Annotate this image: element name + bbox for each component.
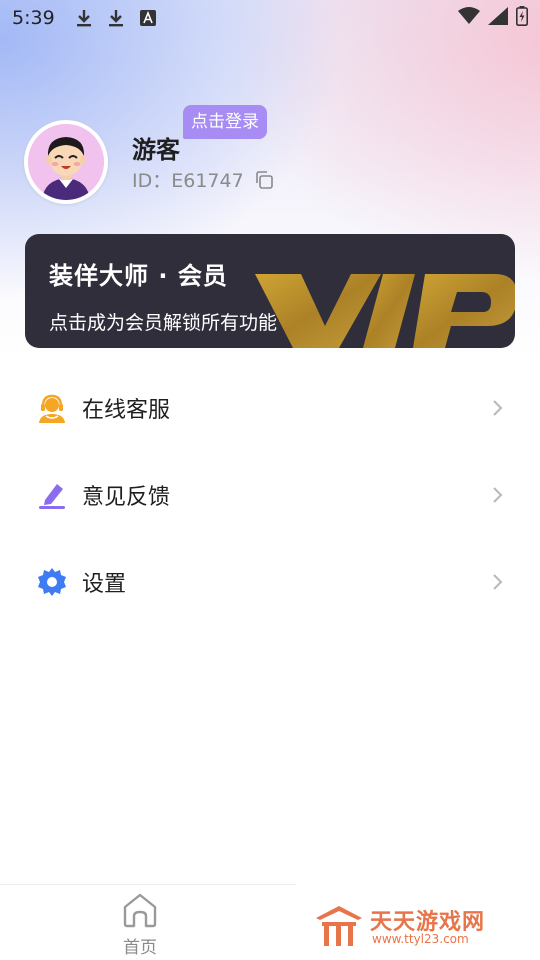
vip-title: 装佯大师 · 会员 [49, 262, 228, 290]
chevron-right-icon [493, 399, 503, 416]
menu-item-customer-service[interactable]: 在线客服 [0, 364, 540, 451]
download-icon [105, 7, 127, 29]
user-id-row: ID：E61747 [132, 166, 274, 193]
chevron-right-icon [493, 573, 503, 590]
cartoon-avatar-icon [28, 124, 104, 200]
watermark-logo-icon [316, 906, 362, 946]
user-id: ID：E61747 [132, 170, 244, 192]
battery-charging-icon [516, 6, 528, 30]
vip-art [255, 274, 515, 348]
login-badge[interactable]: 点击登录 [183, 105, 267, 139]
avatar[interactable] [24, 120, 108, 204]
customer-service-icon [36, 392, 68, 424]
chevron-right-icon [493, 486, 503, 503]
gear-icon [36, 566, 68, 598]
home-icon [123, 893, 157, 928]
menu-list: 在线客服 意见反馈 设置 [0, 364, 540, 625]
status-bar: 5:39 [0, 0, 540, 36]
watermark: 天天游戏网 www.ttyl23.com [314, 902, 514, 950]
status-time: 5:39 [12, 7, 55, 29]
download-icon [73, 7, 95, 29]
user-profile[interactable]: 点击登录 游客 ID：E61747 [24, 105, 516, 210]
username: 游客 [132, 136, 180, 164]
edit-pen-icon [36, 479, 68, 511]
wifi-icon [458, 7, 480, 29]
menu-item-label: 意见反馈 [82, 484, 171, 510]
signal-icon [488, 7, 508, 29]
menu-item-label: 设置 [82, 571, 127, 597]
watermark-url: www.ttyl23.com [372, 932, 469, 946]
menu-item-feedback[interactable]: 意见反馈 [0, 451, 540, 538]
menu-item-settings[interactable]: 设置 [0, 538, 540, 625]
text-a-icon [137, 7, 159, 29]
menu-item-label: 在线客服 [82, 397, 171, 423]
tab-home-label: 首页 [123, 938, 157, 958]
bottom-tab-bar: 首页 [0, 884, 296, 960]
copy-icon[interactable] [254, 170, 274, 190]
vip-membership-card[interactable]: 装佯大师 · 会员 点击成为会员解锁所有功能 [25, 234, 515, 348]
vip-subtitle: 点击成为会员解锁所有功能 [49, 312, 278, 334]
tab-home[interactable]: 首页 [110, 891, 170, 958]
